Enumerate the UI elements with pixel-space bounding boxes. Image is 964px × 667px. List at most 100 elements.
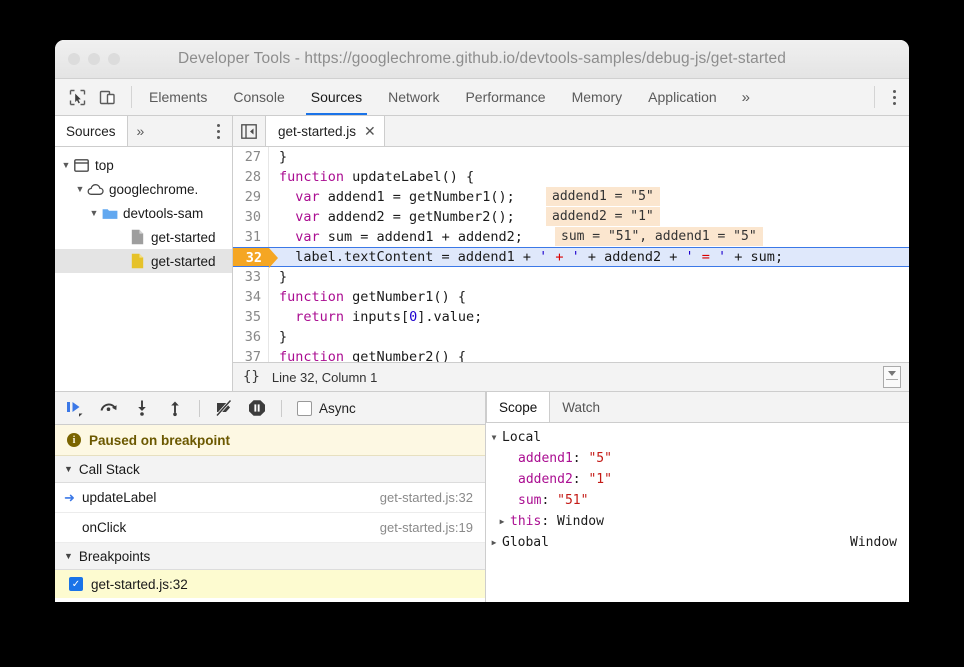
inline-value-sum: sum = "51", addend1 = "5" <box>555 227 763 246</box>
toolbar-left-icons <box>55 79 127 115</box>
navigator-kebab-menu-icon[interactable] <box>204 116 232 146</box>
call-stack-header[interactable]: ▼ Call Stack <box>55 456 485 483</box>
code-text: return inputs[0].value; <box>269 307 909 327</box>
navigator-tab-sources-label: Sources <box>66 124 116 139</box>
call-stack-frame-active[interactable]: ➜ updateLabel get-started.js:32 <box>55 483 485 513</box>
editor-tab-get-started-js[interactable]: get-started.js ✕ <box>266 116 385 146</box>
tab-scope[interactable]: Scope <box>486 392 550 422</box>
paused-banner-text: Paused on breakpoint <box>89 433 230 448</box>
inspect-cursor-icon[interactable] <box>65 86 89 108</box>
line-number[interactable]: 37 <box>233 347 269 362</box>
tab-sources[interactable]: Sources <box>298 79 375 115</box>
tree-node-top[interactable]: ▼ top <box>55 153 232 177</box>
twisty-icon[interactable]: ▼ <box>87 208 101 218</box>
close-window-button[interactable] <box>68 53 80 65</box>
twisty-icon[interactable]: ▼ <box>486 433 502 442</box>
scope-row-sum[interactable]: sum: "51" <box>486 490 909 511</box>
line-number[interactable]: 31 <box>233 227 269 247</box>
tab-performance[interactable]: Performance <box>452 79 558 115</box>
breakpoint-line-number[interactable]: 32 <box>233 248 269 266</box>
navigator-more-chevron-icon[interactable]: » <box>128 116 154 146</box>
breakpoint-checkbox[interactable]: ✓ <box>69 577 83 591</box>
info-icon: i <box>67 433 81 447</box>
pause-on-exceptions-icon[interactable] <box>246 397 268 419</box>
scope-row-global[interactable]: ▶ Global Window <box>486 532 909 553</box>
tree-node-domain[interactable]: ▼ googlechrome. <box>55 177 232 201</box>
async-checkbox[interactable] <box>297 401 312 416</box>
call-stack-frame[interactable]: onClick get-started.js:19 <box>55 513 485 543</box>
breakpoint-item[interactable]: ✓ get-started.js:32 <box>55 570 485 598</box>
tree-node-folder[interactable]: ▼ devtools-sam <box>55 201 232 225</box>
tab-memory[interactable]: Memory <box>559 79 636 115</box>
call-stack-title: Call Stack <box>79 462 140 477</box>
line-number[interactable]: 35 <box>233 307 269 327</box>
line-number[interactable]: 27 <box>233 147 269 167</box>
code-text: } <box>269 147 909 167</box>
line-number[interactable]: 34 <box>233 287 269 307</box>
line-number[interactable]: 30 <box>233 207 269 227</box>
scope-property-value[interactable]: "5" <box>588 451 611 466</box>
toolbar-divider <box>199 400 200 417</box>
tab-memory-label: Memory <box>572 89 623 105</box>
step-out-icon[interactable] <box>164 397 186 419</box>
scope-row-addend1[interactable]: addend1: "5" <box>486 448 909 469</box>
line-number[interactable]: 36 <box>233 327 269 347</box>
sources-upper-region: Sources » ▼ top ▼ googlechrome <box>55 116 909 392</box>
code-text: label.textContent = addend1 + ' + ' + ad… <box>269 248 909 266</box>
tab-watch-label: Watch <box>562 400 600 415</box>
panel-collapse-icon[interactable] <box>233 116 266 146</box>
line-number[interactable]: 29 <box>233 187 269 207</box>
tree-node-file-html[interactable]: get-started <box>55 225 232 249</box>
scope-property-name: this <box>510 514 541 529</box>
line-number[interactable]: 33 <box>233 267 269 287</box>
scope-row-local[interactable]: ▼ Local <box>486 427 909 448</box>
scope-row-this[interactable]: ▶ this: Window <box>486 511 909 532</box>
code-line: 28 function updateLabel() { <box>233 167 909 187</box>
twisty-icon[interactable]: ▼ <box>59 160 73 170</box>
tab-elements[interactable]: Elements <box>136 79 220 115</box>
code-editor[interactable]: 27 } 28 function updateLabel() { 29 var … <box>233 147 909 362</box>
code-line: 33 } <box>233 267 909 287</box>
devtools-tab-strip: Elements Console Sources Network Perform… <box>55 79 909 116</box>
step-into-icon[interactable] <box>131 397 153 419</box>
window-title: Developer Tools - https://googlechrome.g… <box>55 50 909 68</box>
twisty-icon[interactable]: ▼ <box>73 184 87 194</box>
scope-property-value[interactable]: "51" <box>557 493 588 508</box>
minimize-window-button[interactable] <box>88 53 100 65</box>
deactivate-breakpoints-icon[interactable] <box>213 397 235 419</box>
tab-application[interactable]: Application <box>635 79 730 115</box>
kebab-menu-icon[interactable] <box>879 79 909 115</box>
tree-node-file-js[interactable]: get-started <box>55 249 232 273</box>
twisty-icon[interactable]: ▼ <box>64 551 73 561</box>
twisty-icon[interactable]: ▶ <box>486 538 502 547</box>
sources-lower-region: Async i Paused on breakpoint ▼ Call Stac… <box>55 392 909 602</box>
file-tree: ▼ top ▼ googlechrome. ▼ <box>55 147 232 273</box>
twisty-icon[interactable]: ▼ <box>64 464 73 474</box>
navigator-pane: Sources » ▼ top ▼ googlechrome <box>55 116 233 391</box>
pretty-print-icon[interactable]: {} <box>243 369 260 385</box>
breakpoint-label: get-started.js:32 <box>91 577 188 592</box>
scope-row-addend2[interactable]: addend2: "1" <box>486 469 909 490</box>
more-tabs-chevron-icon[interactable]: » <box>730 79 762 115</box>
async-toggle[interactable]: Async <box>297 401 356 416</box>
tab-watch[interactable]: Watch <box>550 392 612 422</box>
editor-pane: get-started.js ✕ 27 } 28 function update… <box>233 116 909 391</box>
breakpoints-header[interactable]: ▼ Breakpoints <box>55 543 485 570</box>
scope-property-value[interactable]: Window <box>557 514 604 529</box>
maximize-window-button[interactable] <box>108 53 120 65</box>
twisty-icon[interactable]: ▶ <box>494 517 510 526</box>
async-label: Async <box>319 401 356 416</box>
navigator-tab-sources[interactable]: Sources <box>55 116 128 146</box>
resume-icon[interactable] <box>65 397 87 419</box>
scroll-down-icon[interactable] <box>883 366 901 388</box>
device-toolbar-icon[interactable] <box>95 86 119 108</box>
tab-console[interactable]: Console <box>220 79 297 115</box>
breakpoints-title: Breakpoints <box>79 549 150 564</box>
close-icon[interactable]: ✕ <box>364 124 376 138</box>
scope-property-value[interactable]: "1" <box>588 472 611 487</box>
code-line: 27 } <box>233 147 909 167</box>
step-over-icon[interactable] <box>98 397 120 419</box>
scope-global-value: Window <box>850 535 897 550</box>
line-number[interactable]: 28 <box>233 167 269 187</box>
tab-network[interactable]: Network <box>375 79 452 115</box>
